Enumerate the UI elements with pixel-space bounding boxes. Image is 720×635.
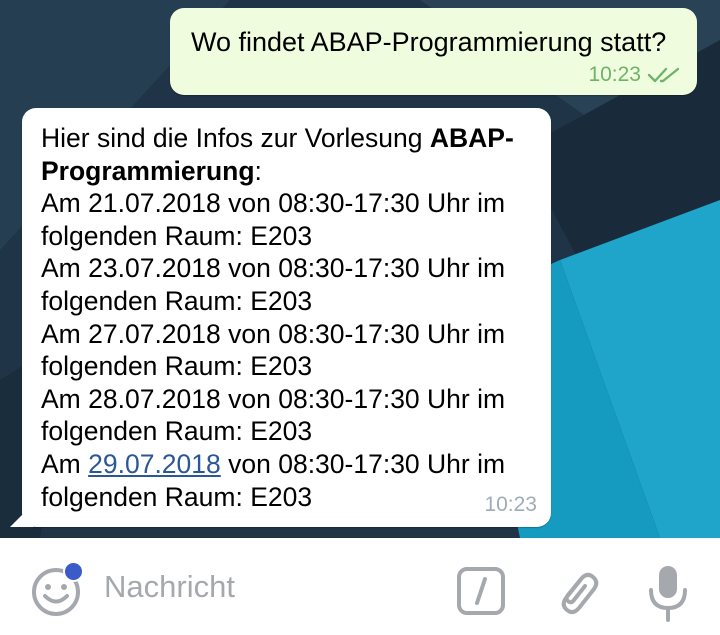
session-room: folgenden Raum: E203	[41, 416, 313, 447]
incoming-message-text: Hier sind die Infos zur Vorlesung ABAP- …	[41, 122, 539, 513]
session-date: 23.07.2018	[88, 253, 221, 284]
paperclip-icon	[561, 572, 599, 615]
session-date: 27.07.2018	[88, 318, 221, 349]
session-line: Am 28.07.2018 von 08:30-17:30 Uhr im	[41, 383, 539, 416]
session-time: von 08:30-17:30 Uhr im	[220, 383, 506, 414]
outgoing-message[interactable]: Wo findet ABAP-Programmierung statt? 10:…	[170, 8, 697, 95]
session-prefix: Am	[41, 318, 89, 349]
course-name-part2: Programmierung	[41, 155, 255, 186]
session-date: 21.07.2018	[88, 188, 221, 219]
course-name-part1: ABAP-	[429, 123, 514, 153]
session-time: von 08:30-17:30 Uhr im	[220, 188, 506, 219]
session-room: folgenden Raum: E203	[41, 220, 313, 251]
voice-message-button[interactable]	[646, 564, 690, 624]
session-prefix: Am	[41, 383, 89, 414]
session-prefix: Am	[41, 448, 89, 479]
session-time: von 08:30-17:30 Uhr im	[220, 448, 506, 479]
session-room: folgenden Raum: E203	[41, 285, 313, 316]
session-time: von 08:30-17:30 Uhr im	[220, 253, 506, 284]
message-input[interactable]	[104, 564, 434, 610]
session-line: Am 21.07.2018 von 08:30-17:30 Uhr im	[41, 187, 539, 220]
incoming-message-time: 10:23	[484, 493, 537, 516]
session-room: folgenden Raum: E203	[41, 351, 313, 382]
microphone-icon	[649, 566, 687, 622]
message-intro-line: Hier sind die Infos zur Vorlesung ABAP-	[41, 122, 539, 155]
attach-button[interactable]	[552, 564, 602, 620]
course-suffix: :	[254, 155, 262, 186]
bot-command-icon	[457, 567, 505, 615]
course-line: Programmierung:	[41, 155, 539, 188]
outgoing-message-time: 10:23	[588, 63, 641, 86]
session-line: Am 27.07.2018 von 08:30-17:30 Uhr im	[41, 318, 539, 351]
outgoing-message-text: Wo findet ABAP-Programmierung statt?	[191, 27, 667, 57]
bot-command-button[interactable]	[456, 566, 506, 616]
notification-dot	[63, 561, 84, 582]
session-prefix: Am	[41, 188, 89, 219]
session-room: folgenden Raum: E203	[41, 481, 313, 512]
intro-text: Hier sind die Infos zur Vorlesung	[41, 123, 430, 153]
session-line: Am 29.07.2018 von 08:30-17:30 Uhr im	[41, 448, 539, 481]
date-link[interactable]: 29.07.2018	[88, 449, 221, 479]
session-time: von 08:30-17:30 Uhr im	[220, 318, 506, 349]
session-prefix: Am	[41, 253, 89, 284]
session-line: Am 23.07.2018 von 08:30-17:30 Uhr im	[41, 252, 539, 285]
read-checkmarks-icon	[647, 67, 680, 83]
message-composer	[0, 538, 720, 635]
outgoing-message-meta: 10:23	[588, 63, 681, 87]
incoming-message[interactable]: Hier sind die Infos zur Vorlesung ABAP- …	[10, 108, 551, 527]
session-date: 28.07.2018	[88, 383, 221, 414]
